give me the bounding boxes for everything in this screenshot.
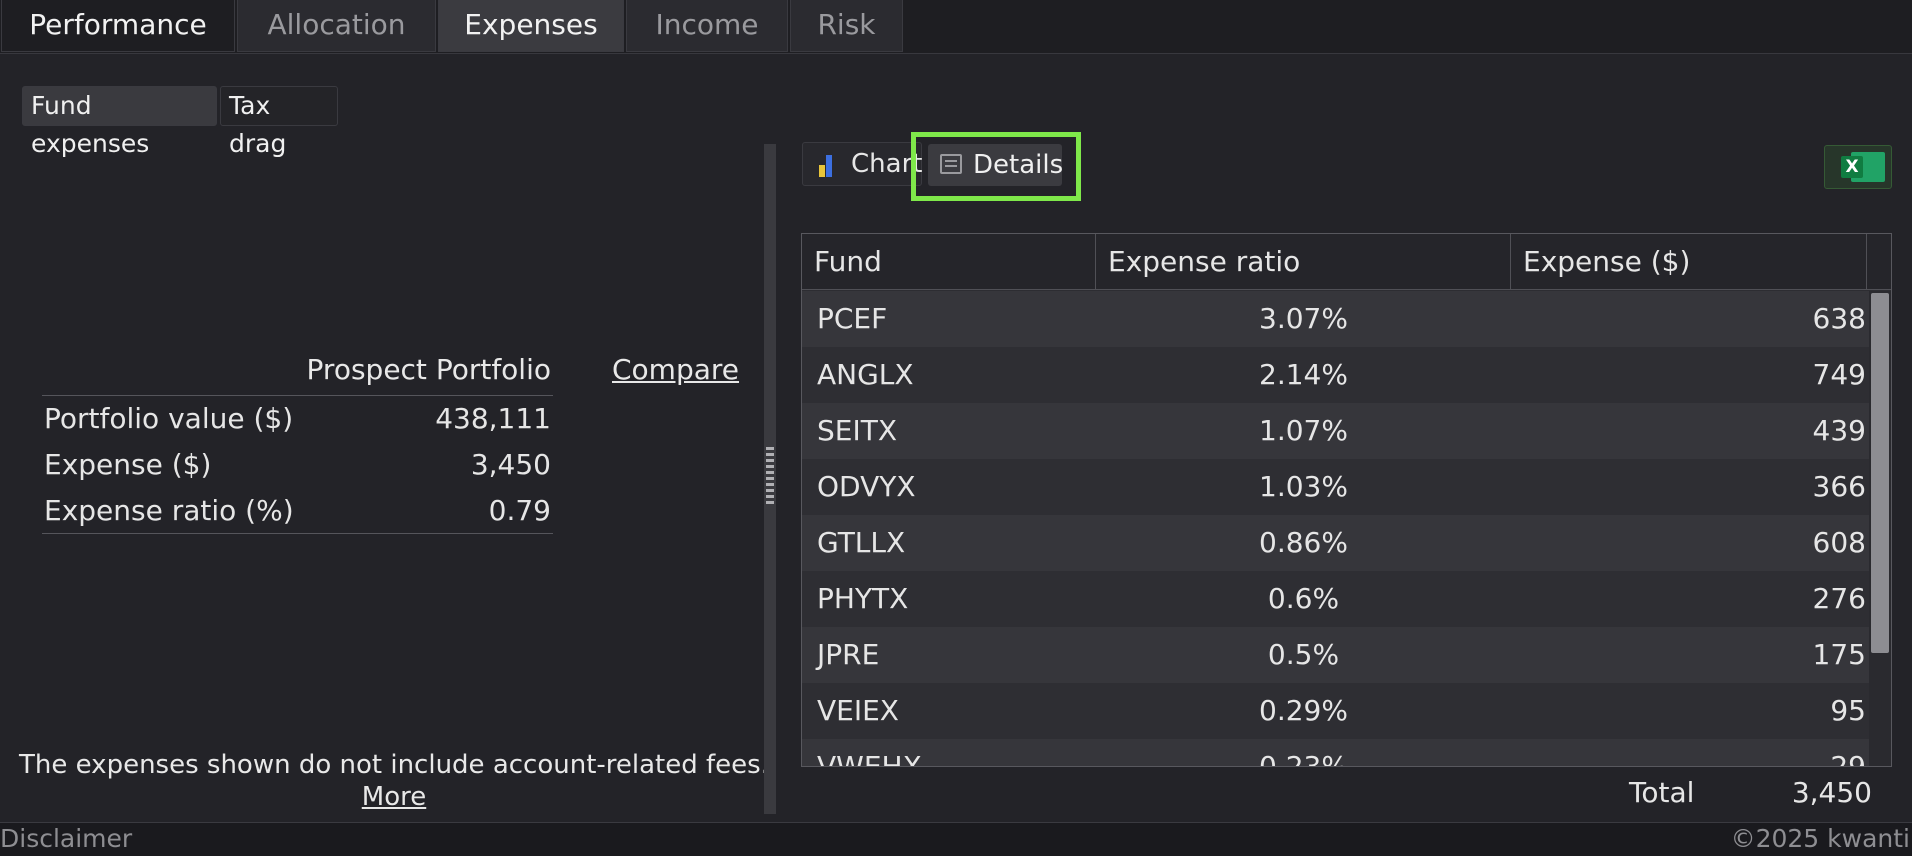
disclaimer-link[interactable]: Disclaimer [0, 823, 132, 855]
cell-expense: 749 [1812, 358, 1866, 391]
cell-expense: 439 [1812, 414, 1866, 447]
cell-expense-ratio: 0.23% [1259, 750, 1348, 767]
summary-row-expense: Expense ($) 3,450 [42, 443, 553, 487]
cell-fund: ODVYX [817, 470, 916, 503]
main-tab-bar: Performance Allocation Expenses Income R… [0, 0, 1912, 54]
tab-income[interactable]: Income [626, 0, 788, 52]
cell-expense: 366 [1812, 470, 1866, 503]
tab-risk[interactable]: Risk [790, 0, 903, 52]
table-body: PCEF 3.07% 638 ANGLX 2.14% 749 SEITX 1.0… [802, 291, 1870, 767]
table-header-row: Fund Expense ratio Expense ($) [802, 234, 1891, 290]
cell-expense-ratio: 0.5% [1267, 638, 1340, 671]
excel-icon: X [1841, 156, 1863, 178]
table-row[interactable]: VWEHX 0.23% 29 [802, 739, 1870, 767]
column-header-expense[interactable]: Expense ($) [1511, 234, 1867, 290]
summary-row-label: Expense ratio (%) [44, 494, 294, 527]
cell-expense-ratio: 3.07% [1259, 302, 1348, 335]
table-scrollbar[interactable] [1869, 291, 1891, 766]
cell-expense: 29 [1830, 750, 1866, 767]
cell-expense-ratio: 0.6% [1267, 582, 1340, 615]
cell-expense-ratio: 2.14% [1259, 358, 1348, 391]
cell-fund: PCEF [817, 302, 888, 335]
summary-row-portfolio-value: Portfolio value ($) 438,111 [42, 397, 553, 441]
more-link[interactable]: More [0, 782, 788, 812]
cell-fund: VWEHX [817, 750, 922, 767]
details-view-button[interactable]: Details [928, 144, 1064, 186]
tab-performance[interactable]: Performance [1, 0, 235, 52]
summary-row-value: 0.79 [488, 494, 551, 527]
cell-fund: JPRE [817, 638, 880, 671]
cell-expense: 95 [1830, 694, 1866, 727]
chart-view-label: Chart [851, 149, 923, 179]
table-row[interactable]: ODVYX 1.03% 366 [802, 459, 1870, 515]
cell-fund: ANGLX [817, 358, 914, 391]
subtab-tax-drag[interactable]: Tax drag [220, 86, 338, 158]
cell-fund: SEITX [817, 414, 898, 447]
cell-expense: 175 [1812, 638, 1866, 671]
portfolio-column-header: Prospect Portfolio [306, 353, 551, 386]
compare-link[interactable]: Compare [612, 353, 739, 386]
total-value: 3,450 [1791, 776, 1872, 809]
cell-expense-ratio: 1.03% [1259, 470, 1348, 503]
drag-handle-icon[interactable] [766, 447, 774, 507]
table-row[interactable]: SEITX 1.07% 439 [802, 403, 1870, 459]
table-icon [940, 154, 962, 174]
cell-expense-ratio: 0.86% [1259, 526, 1348, 559]
chart-view-button[interactable]: Chart [802, 142, 922, 186]
summary-row-expense-ratio: Expense ratio (%) 0.79 [42, 489, 553, 533]
cell-fund: GTLLX [817, 526, 906, 559]
expense-footnote: The expenses shown do not include accoun… [19, 750, 769, 780]
summary-row-value: 3,450 [470, 448, 551, 481]
summary-row-label: Expense ($) [44, 448, 212, 481]
summary-top-divider [42, 395, 553, 396]
excel-export-button[interactable]: X [1824, 145, 1892, 189]
fund-expense-table: Fund Expense ratio Expense ($) PCEF 3.07… [801, 233, 1892, 767]
cell-expense-ratio: 0.29% [1259, 694, 1348, 727]
tab-expenses[interactable]: Expenses [438, 0, 624, 52]
table-row[interactable]: GTLLX 0.86% 608 [802, 515, 1870, 571]
total-label: Total [1629, 776, 1695, 809]
copyright-text: ©2025 kwanti [1730, 824, 1910, 853]
table-row[interactable]: PHYTX 0.6% 276 [802, 571, 1870, 627]
panel-splitter[interactable] [764, 144, 776, 814]
summary-row-value: 438,111 [435, 402, 551, 435]
summary-row-label: Portfolio value ($) [44, 402, 294, 435]
column-header-fund[interactable]: Fund [802, 234, 1096, 290]
cell-expense: 276 [1812, 582, 1866, 615]
summary-bottom-divider [42, 533, 553, 534]
scrollbar-thumb[interactable] [1871, 293, 1889, 653]
cell-expense-ratio: 1.07% [1259, 414, 1348, 447]
cell-fund: VEIEX [817, 694, 899, 727]
table-row[interactable]: VEIEX 0.29% 95 [802, 683, 1870, 739]
table-row[interactable]: JPRE 0.5% 175 [802, 627, 1870, 683]
table-row[interactable]: ANGLX 2.14% 749 [802, 347, 1870, 403]
footer-bar: Disclaimer ©2025 kwanti [0, 822, 1912, 856]
table-row[interactable]: PCEF 3.07% 638 [802, 291, 1870, 347]
bar-chart-icon [819, 155, 832, 177]
cell-expense: 638 [1812, 302, 1866, 335]
tab-allocation[interactable]: Allocation [237, 0, 436, 52]
subtab-fund-expenses[interactable]: Fund expenses [22, 86, 217, 158]
cell-expense: 608 [1812, 526, 1866, 559]
cell-fund: PHYTX [817, 582, 909, 615]
column-header-expense-ratio[interactable]: Expense ratio [1096, 234, 1511, 290]
details-view-label: Details [973, 150, 1064, 180]
